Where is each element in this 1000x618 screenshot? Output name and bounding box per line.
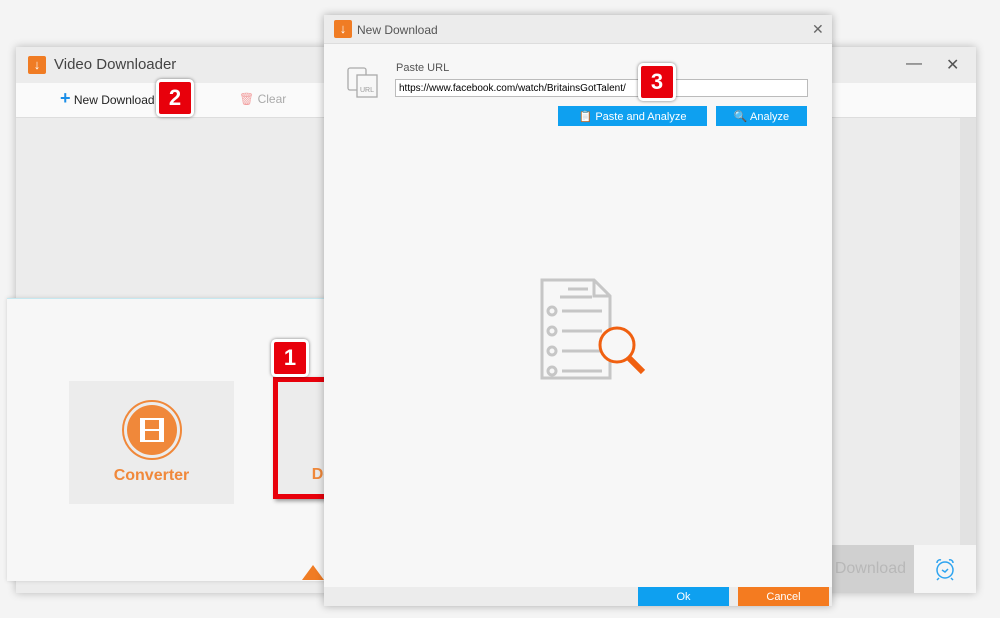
new-download-button[interactable]: + New Download xyxy=(60,89,155,107)
step-badge-3: 3 xyxy=(638,63,676,101)
document-search-icon xyxy=(540,278,646,380)
app-logo-icon: ↓ xyxy=(334,20,352,38)
app-logo-icon: ↓ xyxy=(28,56,46,74)
download-all-button[interactable]: Download All xyxy=(818,545,914,593)
converter-tile[interactable]: Converter xyxy=(69,381,234,504)
step-badge-2: 2 xyxy=(156,79,194,117)
step-badge-1: 1 xyxy=(271,339,309,377)
cancel-button[interactable]: Cancel xyxy=(738,587,829,606)
paste-url-label: Paste URL xyxy=(396,62,450,74)
clear-button[interactable]: 🗑 Clear xyxy=(239,92,286,106)
close-button[interactable]: ✕ xyxy=(946,55,959,75)
plus-icon: + xyxy=(60,88,71,108)
paste-and-analyze-label: Paste and Analyze xyxy=(595,110,687,123)
trash-icon: 🗑 xyxy=(239,92,255,106)
new-download-label: New Download xyxy=(73,93,155,107)
clear-label: Clear xyxy=(257,92,287,106)
alarm-button[interactable] xyxy=(914,545,976,593)
ok-button[interactable]: Ok xyxy=(638,587,729,606)
converter-label: Converter xyxy=(113,467,190,484)
scrollbar[interactable] xyxy=(960,118,976,546)
analyze-label: Analyze xyxy=(750,110,790,123)
paste-icon: 📋 xyxy=(578,110,593,123)
dialog-title-bar: ↓ New Download ✕ xyxy=(324,15,832,44)
dialog-close-button[interactable]: ✕ xyxy=(812,21,824,38)
window-title: Video Downloader xyxy=(54,56,177,73)
paste-url-icon: URL xyxy=(347,67,378,98)
pointer-triangle xyxy=(302,565,324,580)
paste-and-analyze-button[interactable]: 📋 Paste and Analyze xyxy=(558,106,707,126)
url-input[interactable] xyxy=(395,79,808,97)
dialog-title: New Download xyxy=(357,23,438,37)
search-icon: 🔍 xyxy=(733,110,748,123)
svg-text:URL: URL xyxy=(360,87,374,94)
analyze-button[interactable]: 🔍 Analyze xyxy=(716,106,807,126)
alarm-clock-icon xyxy=(936,559,954,581)
converter-icon xyxy=(122,400,182,460)
dialog-footer: Ok Cancel xyxy=(324,587,832,606)
new-download-dialog: ↓ New Download ✕ URL Paste URL 📋 Paste a… xyxy=(324,15,832,606)
minimize-button[interactable]: — xyxy=(906,55,922,73)
